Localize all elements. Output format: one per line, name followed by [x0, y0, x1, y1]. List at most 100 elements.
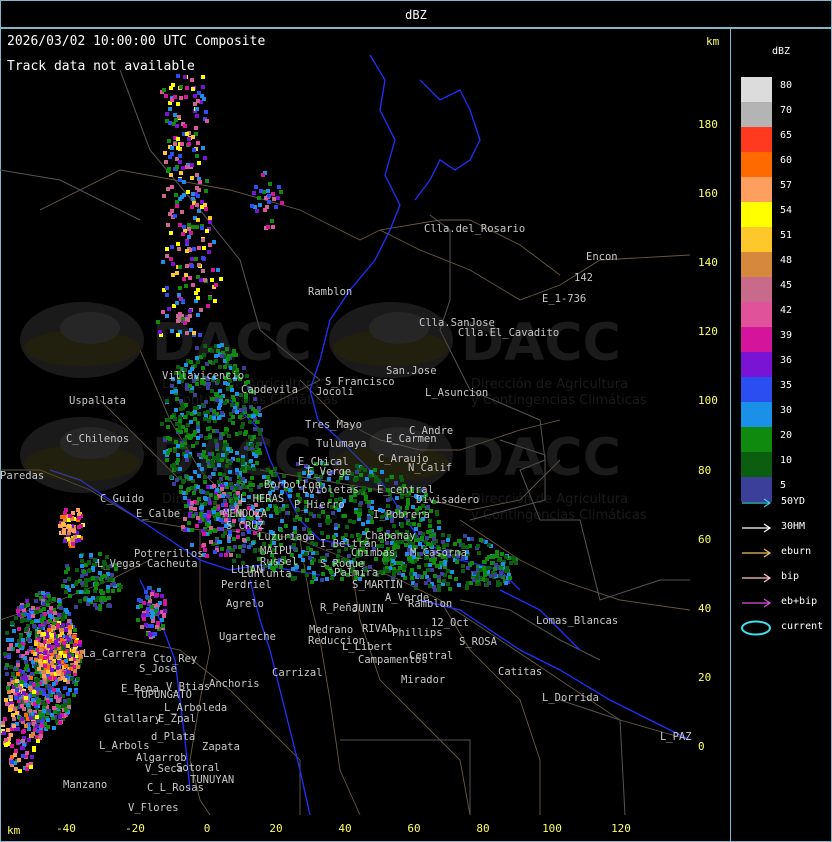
echo-pixel — [61, 522, 65, 526]
place-label: TUPUNGATO — [135, 689, 192, 701]
echo-pixel — [473, 571, 477, 575]
echo-pixel — [28, 686, 32, 690]
echo-pixel — [190, 264, 194, 268]
echo-pixel — [215, 488, 219, 492]
echo-pixel — [447, 534, 451, 538]
y-tick: 0 — [698, 740, 705, 753]
echo-pixel — [466, 566, 470, 570]
echo-pixel — [203, 344, 207, 348]
legend-swatch — [741, 302, 772, 327]
echo-pixel — [220, 487, 224, 491]
echo-pixel — [80, 564, 84, 568]
echo-pixel — [17, 758, 21, 762]
echo-pixel — [20, 605, 24, 609]
echo-pixel — [252, 435, 256, 439]
echo-pixel — [197, 209, 201, 213]
radar-map[interactable]: DACCDirección de Agriculturay Contingenc… — [0, 28, 731, 842]
echo-pixel — [404, 543, 408, 547]
echo-pixel — [441, 540, 445, 544]
echo-pixel — [107, 596, 111, 600]
echo-pixel — [21, 638, 25, 642]
echo-pixel — [4, 743, 8, 747]
echo-pixel — [193, 507, 197, 511]
legend-value: 51 — [780, 230, 793, 241]
echo-pixel — [191, 197, 195, 201]
echo-pixel — [178, 467, 182, 471]
echo-pixel — [76, 508, 80, 512]
track-arrow-icon — [742, 523, 772, 533]
legend-swatch — [741, 452, 772, 477]
echo-pixel — [190, 528, 194, 532]
echo-pixel — [196, 360, 200, 364]
echo-pixel — [21, 730, 25, 734]
echo-pixel — [39, 730, 43, 734]
echo-pixel — [178, 312, 182, 316]
echo-pixel — [227, 434, 231, 438]
echo-pixel — [229, 482, 233, 486]
echo-pixel — [432, 537, 436, 541]
echo-pixel — [228, 470, 232, 474]
x-tick: 120 — [611, 822, 631, 835]
echo-pixel — [441, 533, 445, 537]
echo-pixel — [32, 748, 36, 752]
echo-pixel — [491, 555, 495, 559]
echo-pixel — [195, 524, 199, 528]
echo-pixel — [288, 494, 292, 498]
echo-pixel — [48, 676, 52, 680]
echo-pixel — [9, 733, 13, 737]
echo-pixel — [493, 573, 497, 577]
echo-pixel — [205, 229, 209, 233]
legend-swatch — [741, 77, 772, 102]
echo-pixel — [63, 686, 67, 690]
echo-pixel — [63, 518, 67, 522]
place-label: M_Casorna — [410, 547, 467, 559]
echo-pixel — [247, 414, 251, 418]
echo-pixel — [226, 387, 230, 391]
echo-pixel — [500, 552, 504, 556]
echo-pixel — [241, 549, 245, 553]
echo-pixel — [162, 614, 166, 618]
echo-pixel — [250, 443, 254, 447]
echo-pixel — [1, 721, 5, 725]
echo-pixel — [173, 113, 177, 117]
y-axis-unit: km — [706, 35, 720, 48]
echo-pixel — [217, 416, 221, 420]
legend-value: 10 — [780, 455, 793, 466]
echo-pixel — [170, 146, 174, 150]
echo-pixel — [53, 650, 57, 654]
echo-pixel — [187, 235, 191, 239]
echo-pixel — [178, 265, 182, 269]
echo-pixel — [226, 494, 230, 498]
echo-pixel — [180, 210, 184, 214]
echo-pixel — [56, 688, 60, 692]
echo-pixel — [392, 524, 396, 528]
place-label: Luzuriaga — [258, 531, 315, 543]
echo-pixel — [214, 439, 218, 443]
echo-pixel — [258, 413, 262, 417]
echo-pixel — [36, 700, 40, 704]
echo-pixel — [199, 278, 203, 282]
echo-pixel — [185, 132, 189, 136]
echo-pixel — [197, 263, 201, 267]
echo-pixel — [12, 629, 16, 633]
echo-pixel — [331, 511, 335, 515]
echo-pixel — [23, 656, 27, 660]
echo-pixel — [87, 569, 91, 573]
echo-pixel — [385, 478, 389, 482]
echo-pixel — [63, 699, 67, 703]
echo-pixel — [178, 154, 182, 158]
echo-pixel — [219, 527, 223, 531]
echo-pixel — [62, 528, 66, 532]
echo-pixel — [58, 721, 62, 725]
echo-pixel — [259, 483, 263, 487]
echo-pixel — [173, 142, 177, 146]
echo-pixel — [183, 124, 187, 128]
echo-pixel — [310, 561, 314, 565]
echo-pixel — [15, 711, 19, 715]
echo-pixel — [168, 121, 172, 125]
echo-pixel — [11, 672, 15, 676]
echo-pixel — [249, 488, 253, 492]
echo-pixel — [342, 514, 346, 518]
place-label: E_Calbe — [136, 508, 180, 520]
echo-pixel — [232, 349, 236, 353]
